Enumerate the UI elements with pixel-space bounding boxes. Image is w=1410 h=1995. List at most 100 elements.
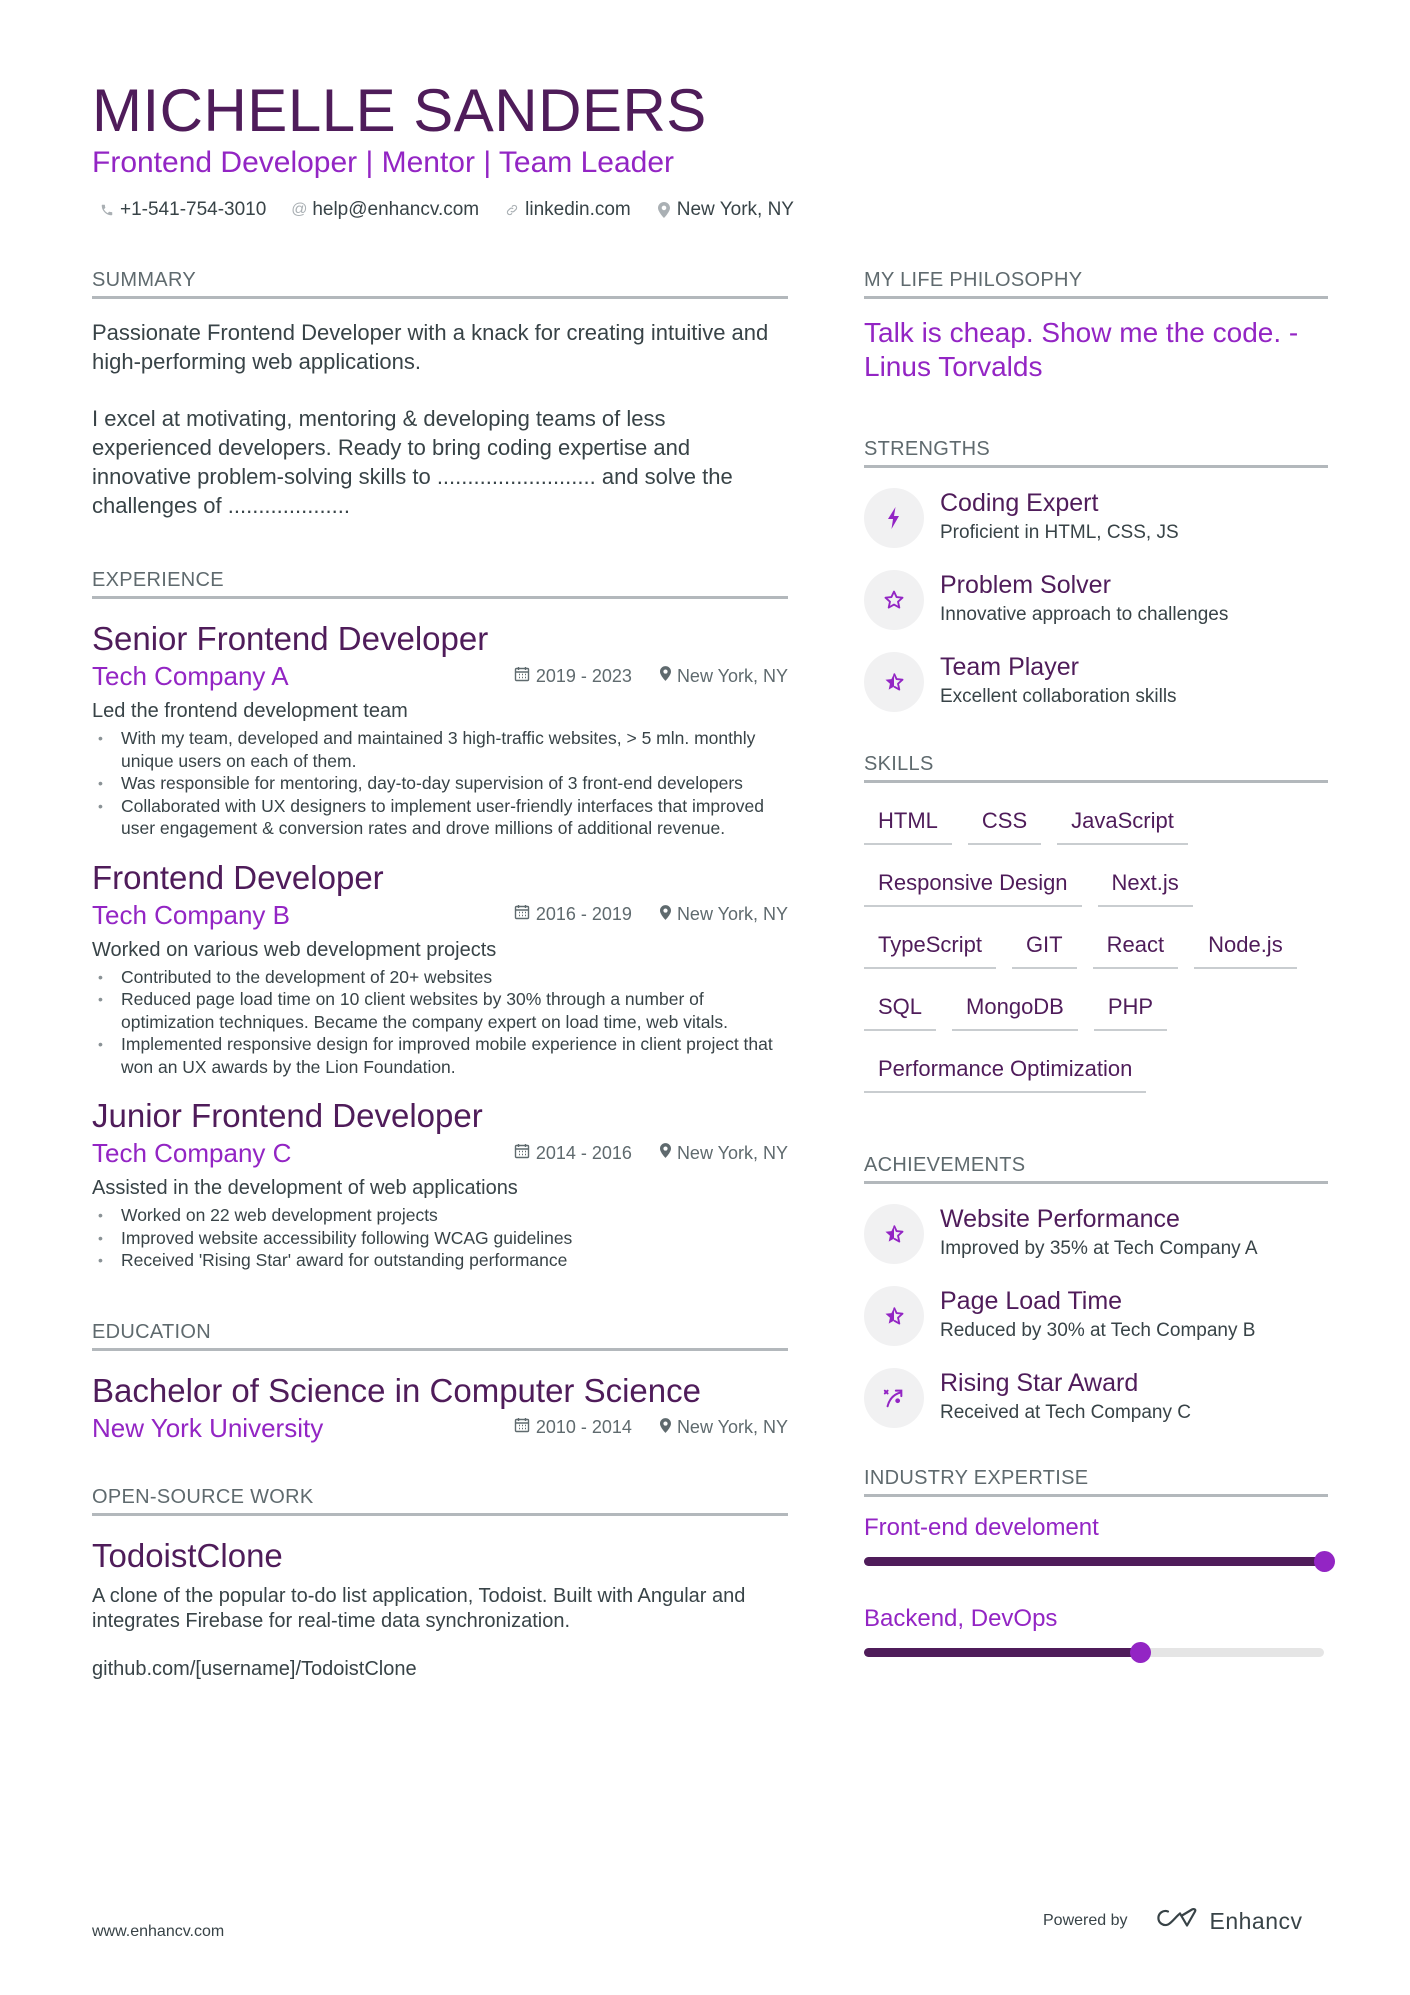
contact-bar: +1-541-754-3010 @ help@enhancv.com linke… [100, 199, 794, 221]
job-description: Assisted in the development of web appli… [92, 1177, 518, 1199]
job-description: Worked on various web development projec… [92, 938, 497, 961]
right-column: MY LIFE PHILOSOPHY Talk is cheap. Show m… [864, 268, 1335, 1663]
skill-tag: HTML [864, 801, 952, 845]
education-section: EDUCATION Bachelor of Science in Compute… [92, 1320, 788, 1445]
project-link[interactable]: github.com/[username]/TodoistClone [92, 1657, 788, 1682]
section-title: INDUSTRY EXPERTISE [864, 1466, 1328, 1497]
expertise-bar-track [864, 1551, 1335, 1572]
skill-tag: CSS [967, 801, 1042, 845]
experience-section: EXPERIENCE Senior Frontend Developer Tec… [92, 568, 788, 1272]
achievements-item: Page Load Time Reduced by 30% at Tech Co… [864, 1286, 1328, 1346]
enhancv-logo-icon [1154, 1906, 1200, 1936]
brand-logo[interactable]: Enhancv [1154, 1906, 1303, 1936]
summary-paragraph: I excel at motivating, mentoring & devel… [92, 406, 733, 518]
job-location: New York, NY [659, 1143, 788, 1164]
job-entry: Junior Frontend Developer Tech Company C… [92, 1096, 788, 1272]
open-source-section: OPEN-SOURCE WORK TodoistClone A clone of… [92, 1485, 788, 1682]
contact-email[interactable]: @ help@enhancv.com [291, 199, 480, 221]
section-title: ACHIEVEMENTS [864, 1153, 1328, 1184]
achievements-item: Rising Star Award Received at Tech Compa… [864, 1368, 1328, 1428]
location-pin-icon [659, 1143, 671, 1163]
degree: Bachelor of Science in Computer Science [92, 1371, 701, 1409]
left-column: SUMMARY Passionate Frontend Developer wi… [92, 268, 788, 1682]
star-half-icon [864, 1204, 924, 1264]
phone-icon [100, 203, 114, 217]
star-half-icon [864, 652, 924, 712]
email-text: help@enhancv.com [312, 199, 480, 220]
job-title: Senior Frontend Developer [92, 620, 489, 657]
strategy-arrow-icon [864, 1368, 924, 1428]
edu-location: New York, NY [659, 1417, 788, 1438]
section-title: STRENGTHS [864, 437, 1328, 468]
contact-phone[interactable]: +1-541-754-3010 [100, 199, 266, 221]
achievements-item-title: Page Load Time [940, 1287, 1123, 1315]
location-pin-icon [659, 904, 671, 925]
philosophy-section: MY LIFE PHILOSOPHY Talk is cheap. Show m… [864, 268, 1328, 384]
summary-section: SUMMARY Passionate Frontend Developer wi… [92, 268, 788, 520]
achievements-item-description: Received at Tech Company C [940, 1402, 1191, 1423]
job-title: Frontend Developer [92, 858, 384, 896]
footer-branding: Powered by Enhancv [1043, 1906, 1303, 1936]
strengths-item: Problem Solver Innovative approach to ch… [864, 570, 1328, 630]
skill-tag: React [1092, 925, 1179, 969]
strengths-item-description: Excellent collaboration skills [940, 686, 1177, 707]
skill-tag: MongoDB [952, 987, 1078, 1031]
company-name: Tech Company C [92, 1138, 292, 1168]
project-title: TodoistClone [92, 1536, 283, 1574]
job-bullet: Received 'Rising Star' award for outstan… [92, 1249, 788, 1272]
strengths-section: STRENGTHS Coding Expert Proficient in HT… [864, 437, 1328, 712]
company-name: Tech Company B [92, 899, 290, 930]
industry-expertise-section: INDUSTRY EXPERTISE Front-end develoment … [864, 1466, 1335, 1663]
expertise-label: Front-end develoment [864, 1514, 1099, 1541]
job-entry: Senior Frontend Developer Tech Company A… [92, 619, 788, 840]
expertise-bar-fill [864, 1648, 1140, 1657]
job-entry: Frontend Developer Tech Company B 2016 -… [92, 858, 788, 1079]
job-dates: 2016 - 2019 [514, 904, 632, 925]
job-location: New York, NY [659, 666, 788, 687]
section-title: EXPERIENCE [92, 568, 788, 599]
job-dates: 2014 - 2016 [514, 1143, 632, 1164]
expertise-bar-knob [1130, 1642, 1151, 1663]
contact-location: New York, NY [657, 199, 794, 221]
skill-tag: Next.js [1097, 863, 1193, 907]
strengths-item-title: Coding Expert [940, 489, 1099, 517]
job-description: Led the frontend development team [92, 700, 408, 722]
phone-text: +1-541-754-3010 [120, 199, 267, 220]
achievements-item: Website Performance Improved by 35% at T… [864, 1204, 1328, 1264]
edu-dates: 2010 - 2014 [514, 1417, 632, 1438]
section-title: SUMMARY [92, 268, 788, 299]
strengths-item-description: Proficient in HTML, CSS, JS [940, 522, 1179, 543]
job-bullet: Implemented responsive design for improv… [92, 1033, 788, 1078]
strengths-item: Coding Expert Proficient in HTML, CSS, J… [864, 488, 1328, 548]
job-bullet: Reduced page load time on 10 client webs… [92, 988, 788, 1033]
school: New York University [92, 1412, 324, 1443]
achievements-item-description: Reduced by 30% at Tech Company B [940, 1320, 1256, 1341]
skill-tag: GIT [1011, 925, 1077, 969]
contact-linkedin[interactable]: linkedin.com [505, 199, 631, 221]
calendar-icon [514, 1143, 530, 1164]
skill-tags: HTML CSS JavaScript Responsive Design Next.j… [864, 801, 1328, 1093]
lightning-bolt-icon [864, 488, 924, 548]
candidate-name: MICHELLE SANDERS [92, 77, 707, 144]
footer-website[interactable]: www.enhancv.com [92, 1923, 224, 1941]
job-bullet: Collaborated with UX designers to implem… [92, 795, 788, 840]
candidate-headline: Frontend Developer | Mentor | Team Leade… [92, 146, 675, 179]
strengths-item-description: Innovative approach to challenges [940, 604, 1229, 625]
section-title: OPEN-SOURCE WORK [92, 1485, 788, 1516]
location-pin-icon [659, 666, 671, 686]
philosophy-quote: Talk is cheap. Show me the code. - Linus… [864, 317, 1299, 382]
powered-by-label: Powered by [1043, 1912, 1128, 1929]
expertise-bar-knob [1314, 1551, 1335, 1572]
achievements-item-title: Rising Star Award [940, 1369, 1139, 1397]
at-icon: @ [291, 201, 308, 218]
expertise-bar-track [864, 1642, 1324, 1663]
job-dates: 2019 - 2023 [514, 666, 632, 687]
job-location: New York, NY [659, 904, 788, 925]
job-bullet: Improved website accessibility following… [92, 1227, 788, 1250]
job-bullet: Contributed to the development of 20+ we… [92, 966, 788, 989]
expertise-label: Backend, DevOps [864, 1605, 1058, 1632]
job-bullets: With my team, developed and maintained 3… [92, 727, 788, 840]
achievements-section: ACHIEVEMENTS Website Performance Improve… [864, 1153, 1328, 1428]
education-entry: Bachelor of Science in Computer Science … [92, 1371, 788, 1445]
job-bullets: Worked on 22 web development projectsImp… [92, 1204, 788, 1272]
